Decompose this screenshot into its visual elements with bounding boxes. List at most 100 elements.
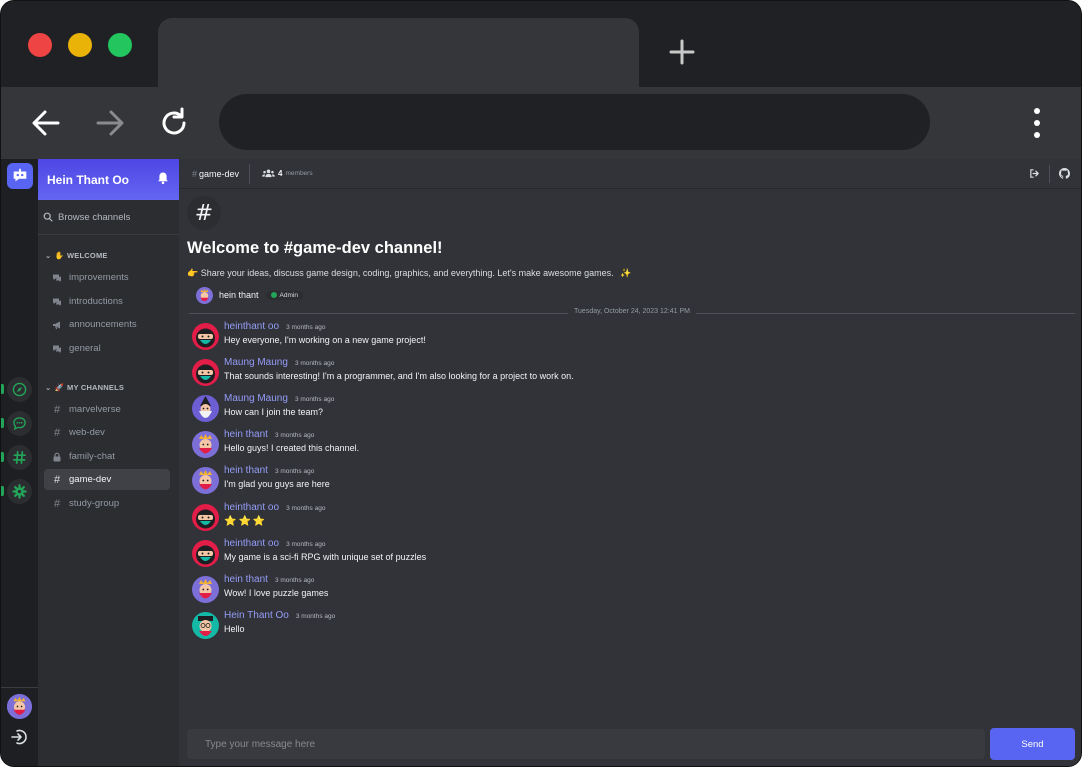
author-name[interactable]: heinthant oo bbox=[224, 502, 279, 513]
message-author[interactable]: heinthant oo 3 months ago bbox=[224, 538, 325, 549]
gear-icon bbox=[12, 484, 27, 499]
message-author[interactable]: hein thant 3 months ago bbox=[224, 574, 314, 585]
category-label: MY CHANNELS bbox=[67, 383, 125, 392]
author-name[interactable]: hein thant bbox=[224, 574, 268, 585]
message-item: hein thant 3 months ago Wow! I love puzzle… bbox=[192, 574, 1072, 608]
browse-channels-button[interactable]: Browse channels bbox=[38, 204, 179, 230]
channel-hash-icon: # bbox=[187, 196, 221, 230]
bell-icon bbox=[158, 172, 168, 185]
channel-label: introductions bbox=[69, 296, 123, 307]
chevron-down-icon: ⌄ bbox=[45, 251, 52, 260]
user-avatar[interactable] bbox=[192, 611, 219, 639]
arrow-left-icon bbox=[32, 110, 60, 136]
forward-button[interactable] bbox=[94, 107, 126, 139]
user-avatar[interactable] bbox=[192, 431, 219, 459]
channel-item-web-dev[interactable]: # web-dev bbox=[44, 422, 170, 443]
message-timestamp: 3 months ago bbox=[286, 540, 326, 548]
user-avatar[interactable] bbox=[192, 359, 219, 387]
king-avatar-icon bbox=[192, 575, 219, 603]
channel-item-general[interactable]: general bbox=[44, 338, 170, 359]
channel-item-introductions[interactable]: introductions bbox=[44, 291, 170, 312]
channel-item-study-group[interactable]: # study-group bbox=[44, 493, 170, 514]
close-window-button[interactable] bbox=[28, 33, 52, 57]
owner-name[interactable]: hein thant bbox=[219, 290, 259, 300]
github-button[interactable] bbox=[1059, 167, 1070, 181]
app-logo[interactable] bbox=[7, 163, 33, 189]
message-text: My game is a sci-fi RPG with unique set … bbox=[224, 551, 427, 562]
sidebar-divider bbox=[38, 234, 179, 235]
message-author[interactable]: hein thant 3 months ago bbox=[224, 429, 314, 440]
direct-messages-button[interactable] bbox=[7, 411, 32, 436]
address-bar[interactable] bbox=[219, 94, 930, 150]
members-button[interactable]: 4 members bbox=[262, 169, 313, 178]
current-user-avatar[interactable] bbox=[7, 694, 32, 719]
browser-tab[interactable] bbox=[158, 18, 639, 87]
message-timestamp: 3 months ago bbox=[274, 432, 315, 440]
hash-icon bbox=[13, 451, 26, 464]
channel-item-family-chat[interactable]: family-chat bbox=[44, 446, 170, 467]
date-divider-label: Tuesday, October 24, 2023 12:41 PM bbox=[568, 308, 696, 315]
rail-indicator bbox=[1, 384, 4, 394]
logout-button[interactable] bbox=[10, 728, 28, 746]
owner-avatar[interactable] bbox=[196, 286, 213, 304]
message-author[interactable]: hein thant 3 months ago bbox=[224, 465, 314, 476]
category-welcome[interactable]: ⌄ ✋ WELCOME bbox=[45, 251, 108, 260]
status-dot-icon bbox=[270, 292, 277, 298]
message-author[interactable]: heinthant oo 3 months ago bbox=[224, 502, 325, 513]
forum-icon bbox=[52, 273, 62, 283]
channel-label: game-dev bbox=[69, 474, 112, 485]
user-avatar[interactable] bbox=[192, 323, 219, 350]
server-header[interactable]: Hein Thant Oo bbox=[38, 159, 179, 200]
author-name[interactable]: heinthant oo bbox=[224, 538, 279, 549]
explore-button[interactable] bbox=[7, 377, 32, 402]
megaphone-icon bbox=[52, 320, 62, 330]
message-input[interactable]: Type your message here bbox=[187, 729, 985, 759]
github-icon bbox=[1059, 167, 1070, 179]
message-author[interactable]: Maung Maung 3 months ago bbox=[224, 393, 334, 404]
author-name[interactable]: Maung Maung bbox=[224, 393, 288, 404]
user-avatar[interactable] bbox=[192, 467, 219, 495]
message-item: hein thant 3 months ago Hello guys! I crea… bbox=[192, 429, 1072, 463]
browser-tabstrip bbox=[1, 1, 1081, 87]
maximize-window-button[interactable] bbox=[108, 33, 132, 57]
notifications-button[interactable] bbox=[156, 171, 170, 185]
category-my-channels[interactable]: ⌄ 🚀 MY CHANNELS bbox=[45, 383, 124, 392]
message-text: Hey everyone, I'm working on a new game … bbox=[224, 335, 426, 345]
channel-label: announcements bbox=[69, 319, 137, 330]
message-item: heinthant oo 3 months ago My game is a sci… bbox=[192, 538, 1072, 572]
author-name[interactable]: heinthant oo bbox=[224, 321, 279, 332]
message-text: I'm glad you guys are here bbox=[224, 479, 330, 490]
user-avatar[interactable] bbox=[192, 395, 219, 423]
author-name[interactable]: Maung Maung bbox=[224, 357, 288, 368]
user-avatar[interactable] bbox=[192, 539, 219, 567]
member-count: 4 bbox=[278, 169, 283, 178]
channel-item-improvements[interactable]: improvements bbox=[44, 267, 170, 288]
channel-item-marvelverse[interactable]: # marvelverse bbox=[44, 399, 170, 420]
browser-menu-button[interactable] bbox=[1027, 105, 1047, 141]
user-avatar[interactable] bbox=[192, 575, 219, 603]
minimize-window-button[interactable] bbox=[68, 33, 92, 57]
author-name[interactable]: Hein Thant Oo bbox=[224, 610, 289, 621]
forum-icon bbox=[52, 297, 62, 307]
channel-item-game-dev[interactable]: # game-dev bbox=[44, 469, 170, 490]
message-timestamp: 3 months ago bbox=[295, 612, 336, 620]
message-author[interactable]: Hein Thant Oo 3 months ago bbox=[224, 610, 335, 621]
settings-button[interactable] bbox=[7, 479, 32, 504]
new-tab-button[interactable] bbox=[665, 35, 699, 69]
rocket-icon: 🚀 bbox=[54, 383, 65, 392]
channels-button[interactable] bbox=[7, 445, 32, 470]
channel-item-announcements[interactable]: announcements bbox=[44, 314, 170, 335]
reload-button[interactable] bbox=[158, 107, 190, 139]
sparkle-icon: ✨ bbox=[620, 268, 632, 278]
plus-icon bbox=[669, 39, 695, 65]
leave-channel-button[interactable] bbox=[1029, 168, 1040, 181]
author-name[interactable]: hein thant bbox=[224, 429, 268, 440]
author-name[interactable]: hein thant bbox=[224, 465, 268, 476]
channel-label: general bbox=[69, 343, 101, 354]
send-button[interactable]: Send bbox=[990, 728, 1075, 760]
message-author[interactable]: Maung Maung 3 months ago bbox=[224, 357, 334, 368]
message-author[interactable]: heinthant oo 3 months ago bbox=[224, 321, 325, 332]
message-text: That sounds interesting! I'm a programme… bbox=[224, 371, 574, 382]
user-avatar[interactable] bbox=[192, 503, 219, 531]
back-button[interactable] bbox=[30, 107, 62, 139]
